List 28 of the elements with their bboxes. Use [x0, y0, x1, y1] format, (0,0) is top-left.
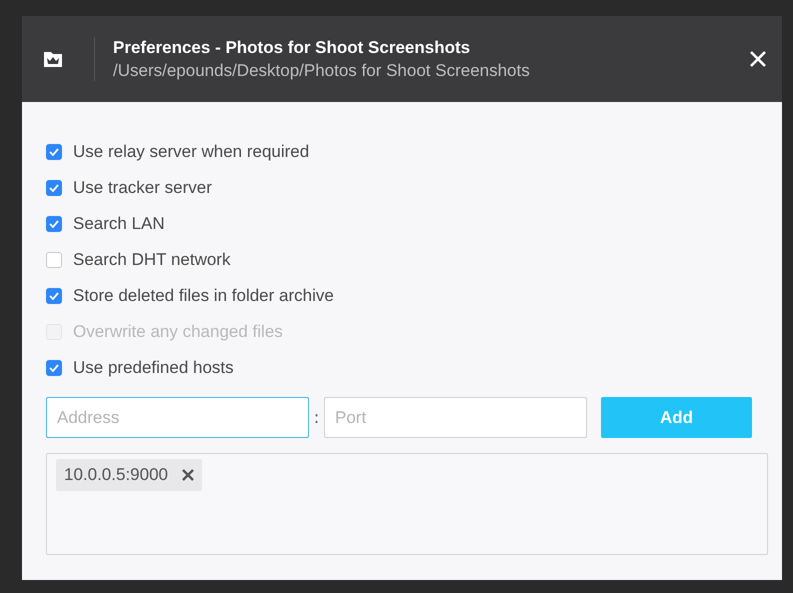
checkbox[interactable]	[46, 252, 62, 268]
option-label: Use tracker server	[73, 178, 212, 198]
remove-icon[interactable]	[182, 469, 194, 481]
address-field[interactable]: Address	[46, 397, 309, 438]
checkbox[interactable]	[46, 360, 62, 376]
option-label: Search DHT network	[73, 250, 230, 270]
checkmark-icon	[49, 364, 59, 372]
folder-icon	[44, 51, 62, 67]
checkmark-icon	[49, 292, 59, 300]
option-label: Use predefined hosts	[73, 358, 234, 378]
checkbox[interactable]	[46, 288, 62, 304]
checkbox[interactable]	[46, 216, 62, 232]
folder-path: /Users/epounds/Desktop/Photos for Shoot Screenshots	[113, 60, 531, 80]
checkbox[interactable]	[46, 180, 62, 196]
add-button[interactable]: Add	[601, 397, 752, 438]
option-label: Store deleted files in folder archive	[73, 286, 334, 306]
checkbox[interactable]	[46, 144, 62, 160]
window-title: Preferences - Photos for Shoot Screenshots	[113, 38, 472, 58]
option-label: Overwrite any changed files	[73, 322, 283, 342]
checkmark-icon	[49, 184, 59, 192]
host-address: 10.0.0.5:9000	[64, 465, 168, 485]
option-label: Use relay server when required	[73, 142, 310, 162]
close-button[interactable]	[748, 49, 768, 69]
option-label: Search LAN	[73, 214, 165, 234]
checkmark-icon	[49, 148, 59, 156]
port-field[interactable]: Port	[324, 397, 587, 438]
checkmark-icon	[49, 220, 59, 228]
separator: :	[312, 408, 320, 428]
